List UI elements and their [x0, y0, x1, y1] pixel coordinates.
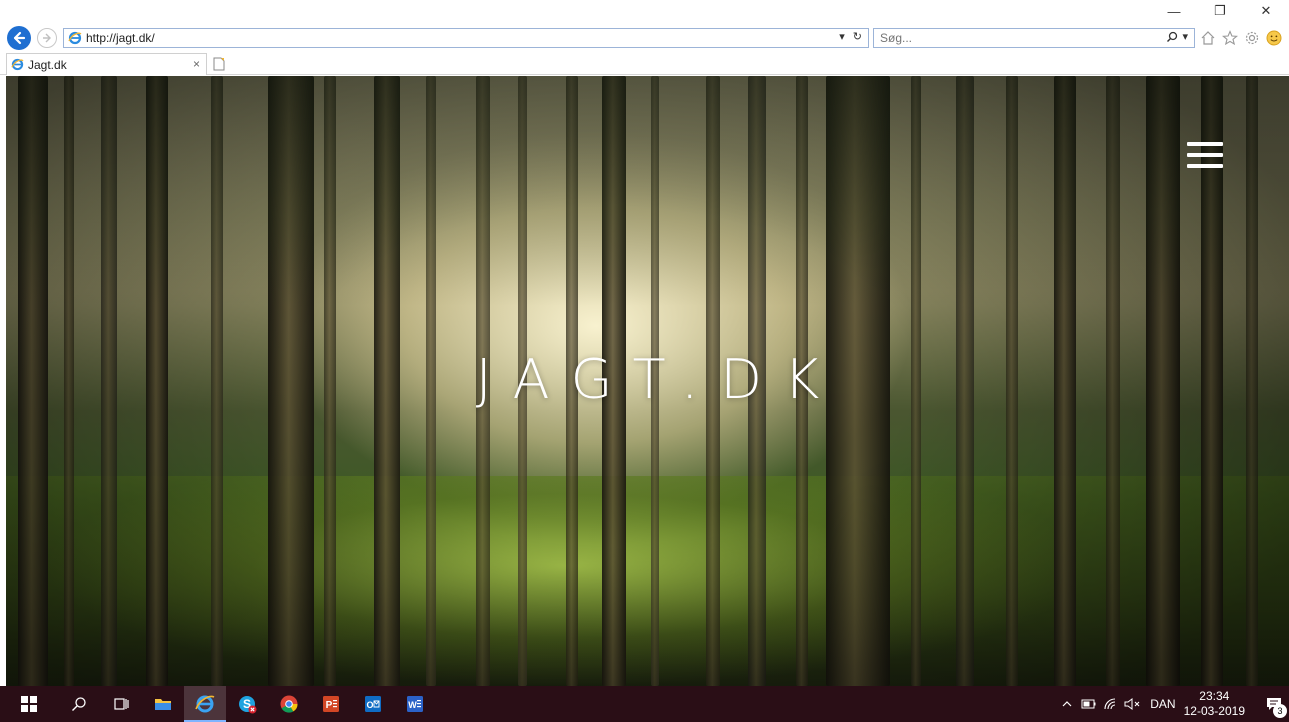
new-tab-button[interactable] [209, 55, 229, 73]
address-bar[interactable]: http://jagt.dk/ ▾ ↻ [63, 28, 869, 48]
chrome-app[interactable] [268, 686, 310, 722]
close-button[interactable]: ✕ [1243, 0, 1289, 22]
smiley-feedback-icon[interactable] [1265, 29, 1283, 47]
outlook-app[interactable]: O [352, 686, 394, 722]
settings-gear-icon[interactable] [1243, 29, 1261, 47]
windows-logo-icon [21, 696, 37, 712]
svg-text:W: W [408, 700, 417, 710]
action-center-button[interactable]: 3 [1259, 696, 1289, 718]
task-view-icon [114, 698, 129, 710]
language-indicator[interactable]: DAN [1150, 697, 1175, 711]
svg-text:P: P [326, 700, 333, 711]
forest-hero-background: JAGT.DK [6, 76, 1289, 686]
internet-explorer-icon [195, 695, 215, 713]
hamburger-menu-icon[interactable] [1187, 142, 1223, 170]
refresh-icon[interactable]: ↻ [853, 30, 862, 43]
skype-icon: S [239, 696, 257, 714]
notification-count-badge: 3 [1273, 704, 1287, 718]
search-dropdown-icon[interactable]: ▾ [1182, 30, 1188, 43]
search-icon[interactable] [1166, 31, 1178, 43]
outlook-icon: O [365, 696, 381, 712]
show-hidden-icons-chevron-icon[interactable] [1056, 698, 1078, 710]
task-view-button[interactable] [100, 686, 142, 722]
start-button[interactable] [0, 686, 58, 722]
folder-icon [155, 699, 171, 710]
clock-date: 12-03-2019 [1183, 704, 1245, 718]
forward-button[interactable] [37, 28, 57, 48]
ie-tab-icon [11, 58, 24, 71]
powerpoint-app[interactable]: P [310, 686, 352, 722]
ie-page-icon [68, 31, 82, 45]
dropdown-arrow-icon[interactable]: ▾ [839, 30, 845, 43]
window-controls: — ❐ ✕ [1151, 0, 1289, 22]
arrow-right-icon [43, 33, 51, 43]
restore-button[interactable]: ❐ [1197, 0, 1243, 22]
volume-muted-icon[interactable] [1122, 698, 1144, 710]
address-actions: ▾ ↻ [839, 30, 862, 43]
tab-jagt[interactable]: Jagt.dk × [6, 53, 207, 75]
search-actions: ▾ [1166, 30, 1188, 43]
arrow-left-icon [13, 31, 26, 45]
search-icon [72, 697, 86, 711]
back-button[interactable] [7, 26, 31, 50]
system-clock[interactable]: 23:34 12-03-2019 [1184, 689, 1245, 719]
home-icon[interactable] [1199, 29, 1217, 47]
new-tab-icon [213, 57, 225, 71]
internet-explorer-app[interactable] [184, 686, 226, 722]
favorites-star-icon[interactable] [1221, 29, 1239, 47]
wifi-icon[interactable] [1100, 697, 1122, 711]
system-tray: DAN 23:34 12-03-2019 3 [1056, 686, 1289, 722]
search-box[interactable]: ▾ [873, 28, 1195, 48]
skype-app[interactable]: S [226, 686, 268, 722]
tab-bar: Jagt.dk × [0, 52, 1289, 75]
browser-tools [1199, 29, 1283, 47]
minimize-button[interactable]: — [1151, 0, 1197, 22]
svg-text:O: O [366, 700, 373, 710]
word-icon: W [407, 696, 423, 712]
taskbar-search-button[interactable] [58, 686, 100, 722]
menu-line [1187, 153, 1223, 157]
battery-icon[interactable] [1078, 699, 1100, 709]
menu-line [1187, 164, 1223, 168]
address-url[interactable]: http://jagt.dk/ [86, 31, 155, 45]
site-title: JAGT.DK [475, 348, 842, 411]
clock-time: 23:34 [1199, 689, 1230, 703]
windows-taskbar: S P O W DAN 23:34 12-03-2019 3 [0, 686, 1289, 722]
title-bar: — ❐ ✕ [0, 0, 1289, 22]
taskbar-apps: S P O W [0, 686, 436, 722]
search-input[interactable] [880, 31, 1130, 45]
powerpoint-icon: P [323, 696, 339, 712]
file-explorer-app[interactable] [142, 686, 184, 722]
word-app[interactable]: W [394, 686, 436, 722]
tab-label: Jagt.dk [28, 57, 67, 72]
menu-line [1187, 142, 1223, 146]
navigation-bar: http://jagt.dk/ ▾ ↻ ▾ [0, 22, 1289, 52]
chrome-icon [280, 695, 298, 713]
page-viewport: JAGT.DK [6, 76, 1289, 686]
tab-close-icon[interactable]: × [193, 57, 200, 71]
